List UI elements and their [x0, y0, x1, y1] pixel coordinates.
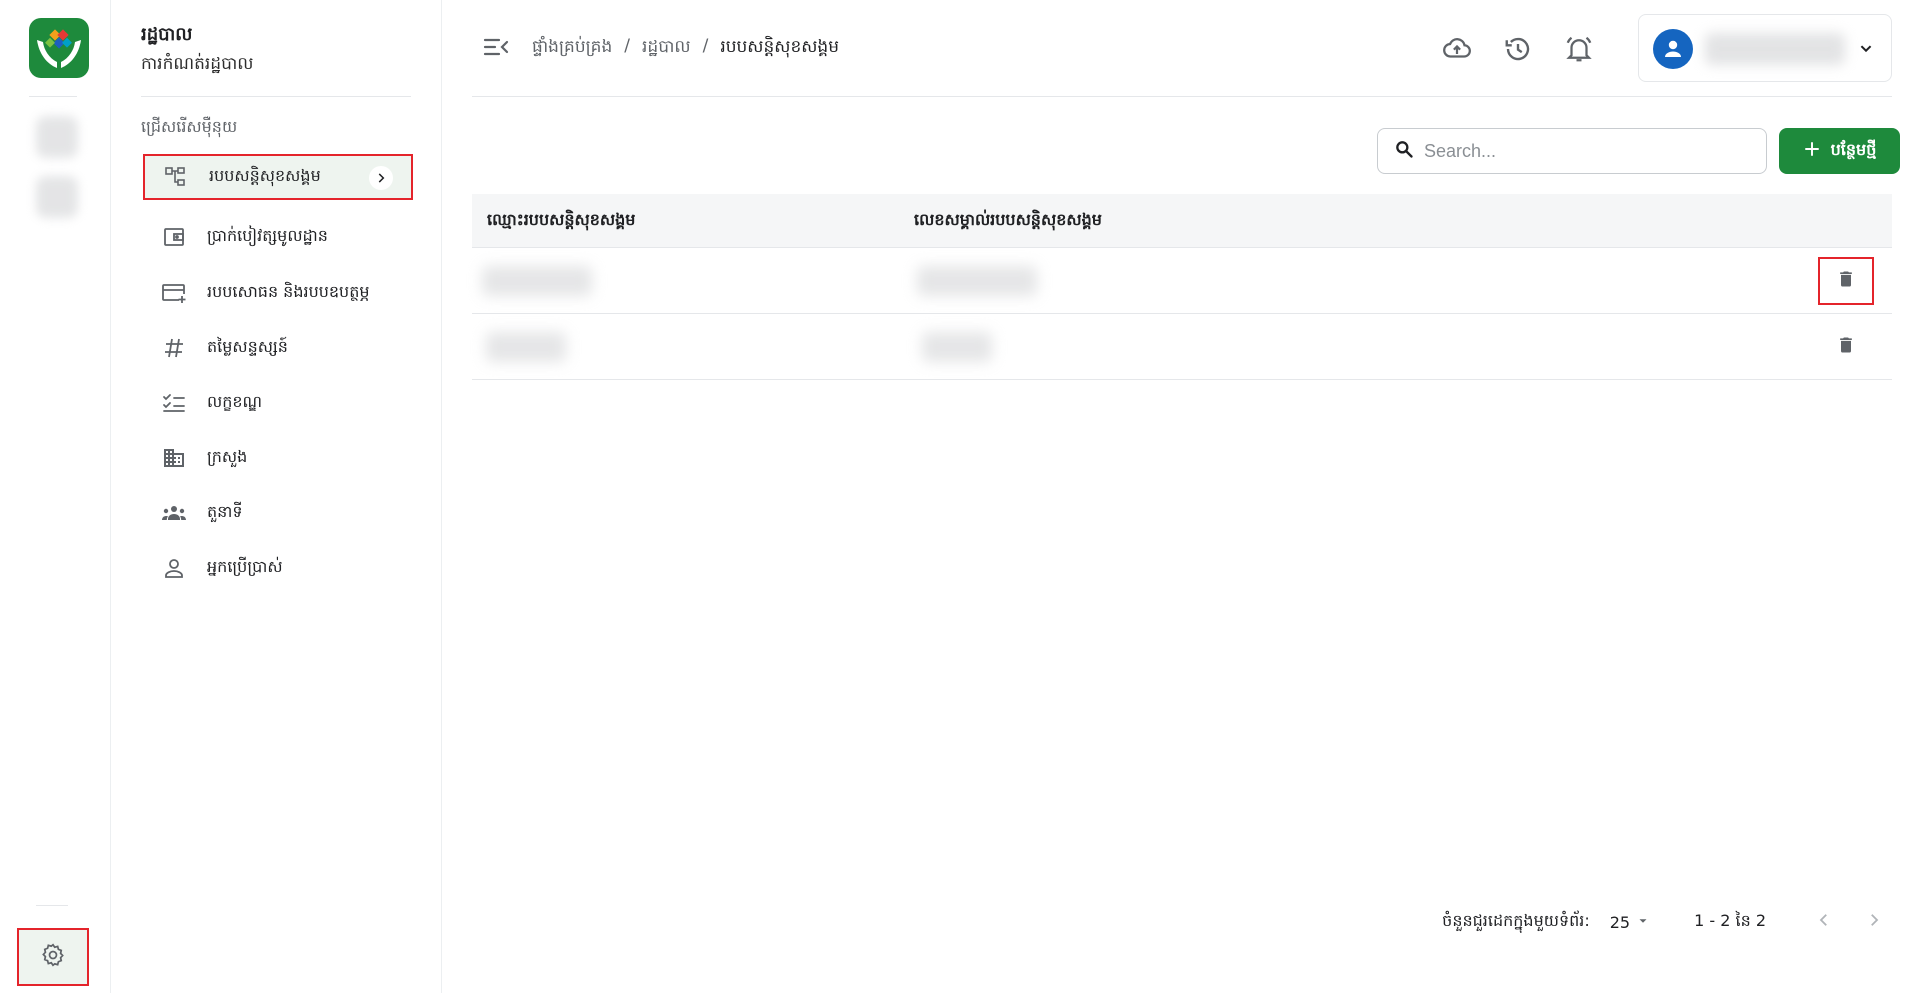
page-range: 1 - 2 នៃ 2	[1694, 911, 1766, 930]
search-input[interactable]	[1424, 140, 1744, 162]
chevron-down-icon	[1855, 37, 1877, 59]
menu-item-pension[interactable]: របបសោធន និងរបបឧបត្ថម្ភ	[143, 270, 413, 316]
cell-name-blurred	[482, 265, 592, 296]
menu-item-roles[interactable]: តួនាទី	[143, 490, 413, 536]
delete-button[interactable]	[1818, 323, 1874, 371]
user-menu[interactable]	[1638, 14, 1892, 82]
menu-item-users[interactable]: អ្នកប្រើប្រាស់	[143, 545, 413, 591]
user-name-blurred	[1705, 33, 1845, 65]
app-root: រដ្ឋបាល ការកំណត់រដ្ឋបាល ជ្រើសរើសម៉ឺនុយ រ…	[0, 0, 1920, 993]
table-row[interactable]	[472, 314, 1892, 380]
menu-item-label: តួនាទី	[207, 502, 243, 521]
breadcrumb-home[interactable]: ផ្ទាំងគ្រប់គ្រង	[532, 36, 612, 61]
table-row[interactable]	[472, 248, 1892, 314]
cloud-upload-icon[interactable]	[1442, 34, 1472, 64]
app-logo[interactable]	[29, 18, 89, 78]
rows-per-page-select[interactable]: 25	[1610, 913, 1650, 932]
gear-icon	[40, 942, 66, 972]
pagination: ចំនួនជួរដេកក្នុងមួយទំព័រ: 25 1 - 2 នៃ 2	[472, 900, 1892, 944]
main-content: ផ្ទាំងគ្រប់គ្រង / រដ្ឋបាល / របបសន្តិសុខស…	[442, 0, 1920, 993]
notification-bell-icon[interactable]	[1564, 34, 1594, 64]
next-page-button[interactable]	[1856, 904, 1892, 940]
chevron-right-icon	[369, 166, 393, 190]
menu-item-label: របបសោធន និងរបបឧបត្ថម្ភ	[207, 282, 370, 301]
add-new-button[interactable]: បន្ថែមថ្មី	[1779, 128, 1900, 174]
hash-icon	[161, 335, 187, 361]
menu-item-base-salary[interactable]: ប្រាក់បៀវត្សមូលដ្ឋាន	[143, 214, 413, 260]
breadcrumb-separator: /	[702, 36, 709, 56]
delete-button[interactable]	[1818, 256, 1874, 305]
cell-id-blurred	[922, 331, 992, 362]
building-icon	[161, 445, 187, 471]
menu-subtitle: ការកំណត់រដ្ឋបាល	[141, 54, 254, 74]
cell-id-blurred	[917, 265, 1037, 296]
group-icon	[161, 500, 187, 526]
icon-rail	[0, 0, 111, 993]
menu-divider	[141, 96, 411, 97]
trash-icon	[1836, 334, 1856, 360]
plus-icon	[1803, 140, 1821, 163]
previous-page-button[interactable]	[1806, 904, 1842, 940]
breadcrumb: ផ្ទាំងគ្រប់គ្រង / រដ្ឋបាល / របបសន្តិសុខស…	[532, 36, 839, 61]
rows-per-page-label: ចំនួនជួរដេកក្នុងមួយទំព័រ:	[1442, 911, 1590, 930]
admin-menu-panel: រដ្ឋបាល ការកំណត់រដ្ឋបាល ជ្រើសរើសម៉ឺនុយ រ…	[111, 0, 442, 993]
breadcrumb-separator: /	[624, 36, 631, 56]
trash-icon	[1836, 268, 1856, 294]
rail-divider-bottom	[36, 905, 68, 906]
breadcrumb-current: របបសន្តិសុខសង្គម	[720, 37, 840, 57]
add-new-label: បន្ថែមថ្មី	[1830, 142, 1877, 159]
menu-item-label: តម្លៃសន្ទស្សន៍	[207, 337, 288, 356]
menu-item-label: ប្រាក់បៀវត្សមូលដ្ឋាន	[207, 226, 328, 245]
menu-item-label: អ្នកប្រើប្រាស់	[207, 557, 283, 576]
chevron-left-icon	[1815, 911, 1833, 933]
hierarchy-icon	[163, 164, 189, 190]
menu-item-ministry[interactable]: ក្រសួង	[143, 435, 413, 481]
caret-down-icon	[1636, 913, 1650, 932]
menu-item-conditions[interactable]: លក្ខខណ្ឌ	[143, 380, 413, 426]
search-box[interactable]	[1377, 128, 1767, 174]
menu-item-label: លក្ខខណ្ឌ	[207, 392, 263, 411]
rail-divider-top	[29, 96, 77, 97]
person-icon	[161, 555, 187, 581]
checklist-icon	[161, 390, 187, 416]
chevron-right-icon	[1865, 911, 1883, 933]
card-add-icon	[161, 280, 187, 306]
data-table: ឈ្មោះរបបសន្តិសុខសង្គម លេខសម្គាល់របបសន្តិ…	[472, 194, 1892, 380]
search-icon	[1394, 139, 1414, 163]
menu-title: រដ្ឋបាល	[141, 24, 193, 45]
top-bar: ផ្ទាំងគ្រប់គ្រង / រដ្ឋបាល / របបសន្តិសុខស…	[472, 0, 1892, 97]
menu-item-social-security[interactable]: របបសន្តិសុខសង្គម	[143, 154, 413, 200]
column-header-id[interactable]: លេខសម្គាល់របបសន្តិសុខសង្គម	[914, 209, 1614, 233]
menu-collapse-icon[interactable]	[482, 35, 510, 59]
breadcrumb-parent[interactable]: រដ្ឋបាល	[642, 36, 691, 61]
rail-blurred-icon-1[interactable]	[36, 116, 78, 158]
menu-section-label: ជ្រើសរើសម៉ឺនុយ	[141, 117, 238, 136]
history-icon[interactable]	[1503, 34, 1533, 64]
settings-button[interactable]	[17, 928, 89, 986]
cell-name-blurred	[486, 331, 566, 362]
menu-item-index-value[interactable]: តម្លៃសន្ទស្សន៍	[143, 325, 413, 371]
avatar	[1653, 29, 1693, 69]
menu-item-label: របបសន្តិសុខសង្គម	[209, 166, 321, 185]
menu-item-label: ក្រសួង	[207, 447, 248, 466]
table-header: ឈ្មោះរបបសន្តិសុខសង្គម លេខសម្គាល់របបសន្តិ…	[472, 194, 1892, 248]
rail-blurred-icon-2[interactable]	[36, 176, 78, 218]
rows-per-page-value: 25	[1609, 912, 1631, 932]
column-header-name[interactable]: ឈ្មោះរបបសន្តិសុខសង្គម	[472, 209, 914, 233]
wallet-icon	[161, 224, 187, 250]
